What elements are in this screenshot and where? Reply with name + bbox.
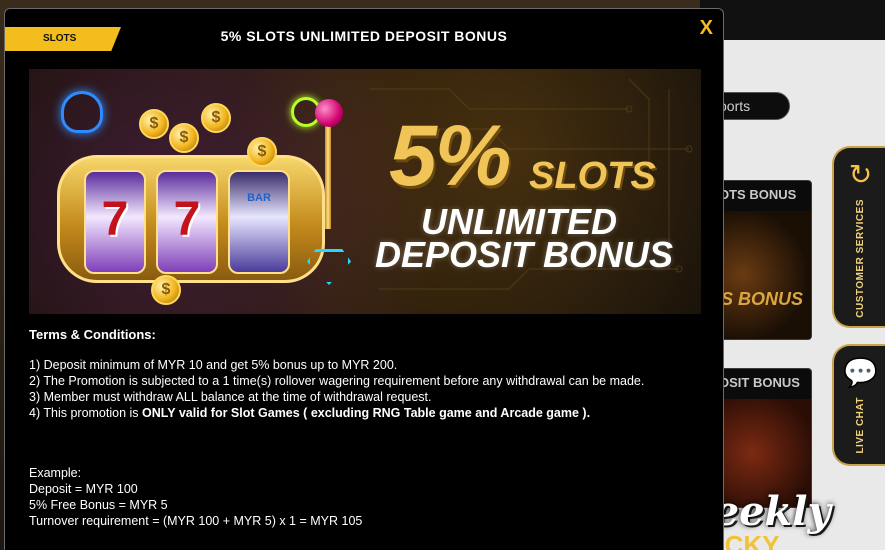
example-line: Deposit = MYR 100 — [29, 482, 138, 496]
slot-reel: 7 — [84, 170, 146, 274]
coin-icon: $ — [169, 123, 199, 153]
modal-title: 5% SLOTS UNLIMITED DEPOSIT BONUS — [220, 28, 508, 44]
live-chat-tab[interactable]: 💬 LIVE CHAT — [832, 344, 885, 466]
close-button[interactable]: X — [700, 17, 713, 40]
clock-24-icon: ↻ — [848, 159, 873, 190]
customer-services-tab[interactable]: ↻ CUSTOMER SERVICES — [832, 146, 885, 328]
coin-icon: $ — [139, 109, 169, 139]
banner-slots: SLOTS — [529, 155, 656, 197]
banner-percent: 5% — [389, 108, 511, 204]
lever-knob-icon — [315, 99, 343, 127]
promo-card-title: OSIT BONUS — [719, 375, 800, 390]
coin-icon: $ — [247, 137, 277, 167]
live-chat-label: LIVE CHAT — [855, 397, 866, 454]
slot-reel: BAR — [228, 170, 290, 274]
promo-card-text: S BONUS — [721, 289, 804, 309]
example-line: 5% Free Bonus = MYR 5 — [29, 498, 168, 512]
terms-content: Terms & Conditions: 1) Deposit minimum o… — [29, 327, 709, 529]
rule-4-bold: ONLY valid for Slot Games ( excluding RN… — [142, 406, 591, 420]
chat-bubble-icon: 💬 — [843, 357, 878, 388]
coin-icon: $ — [151, 275, 181, 305]
promo-card-title: OTS BONUS — [719, 187, 797, 202]
promo-card-image — [713, 211, 811, 339]
background-promo-card[interactable]: OSIT BONUS — [712, 368, 812, 508]
rule-1: 1) Deposit minimum of MYR 10 and get 5% … — [29, 358, 398, 372]
background-promo-card[interactable]: OTS BONUS S BONUS — [712, 180, 812, 340]
promotion-modal: SLOTS 5% SLOTS UNLIMITED DEPOSIT BONUS X… — [4, 8, 724, 550]
bell-icon — [61, 91, 103, 133]
promo-banner: 7 7 BAR $ $ $ $ $ 5% SLOTS UNLIMITED DEP… — [29, 69, 701, 314]
rule-4-text: 4) This promotion is — [29, 406, 143, 420]
rule-2: 2) The Promotion is subjected to a 1 tim… — [29, 374, 645, 388]
coin-icon: $ — [201, 103, 231, 133]
rule-4: 4) This promotion is ONLY valid for Slot… — [29, 405, 709, 421]
example-line: Turnover requirement = (MYR 100 + MYR 5)… — [29, 514, 363, 528]
terms-title: Terms & Conditions: — [29, 327, 156, 342]
banner-line-2: DEPOSIT BONUS — [375, 234, 674, 275]
slot-reel: 7 — [156, 170, 218, 274]
rule-3: 3) Member must withdraw ALL balance at t… — [29, 390, 432, 404]
example-title: Example: — [29, 466, 82, 480]
slot-machine-icon: 7 7 BAR — [57, 155, 325, 283]
customer-services-label: CUSTOMER SERVICES — [855, 199, 866, 318]
background-topbar — [700, 0, 885, 40]
slot-lever-icon — [325, 119, 331, 229]
